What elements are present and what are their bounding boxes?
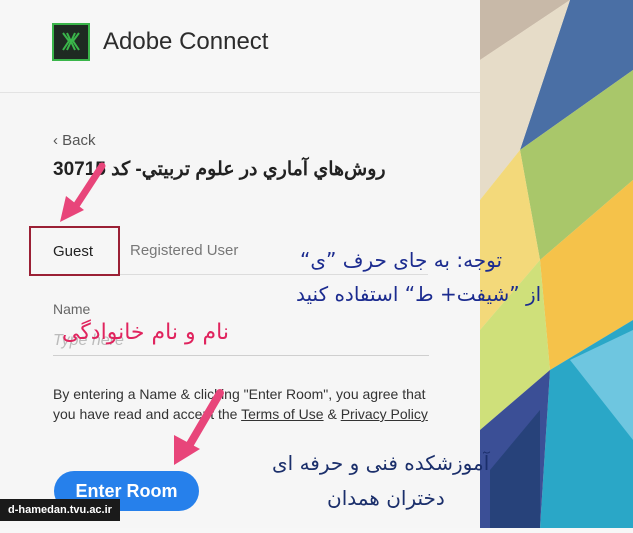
note-line-1: توجه: به جای حرف ”ی“ [300, 248, 503, 272]
back-link[interactable]: ‹ Back [53, 132, 96, 149]
brand-name: Adobe Connect [103, 28, 269, 55]
agreement-mid: & [323, 406, 341, 422]
adobe-connect-logo [52, 23, 90, 61]
name-hint: نام و نام خانوادگی [62, 320, 230, 345]
header: Adobe Connect [0, 0, 480, 93]
watermark: d-hamedan.tvu.ac.ir [0, 499, 120, 521]
arrow-icon [174, 389, 224, 465]
tab-guest[interactable]: Guest [29, 226, 120, 276]
decorative-background [480, 0, 633, 528]
school-line-1: آموزشکده فنی و حرفه ای [272, 451, 490, 475]
arrow-icon [60, 162, 106, 222]
privacy-link[interactable]: Privacy Policy [341, 406, 428, 422]
tab-registered-user[interactable]: Registered User [130, 242, 238, 259]
agreement-text: By entering a Name & clicking "Enter Roo… [53, 384, 433, 424]
name-label: Name [53, 301, 91, 317]
terms-link[interactable]: Terms of Use [241, 406, 323, 422]
tab-guest-label: Guest [53, 243, 94, 260]
note-line-2: از ”شیفت+ ط“ استفاده کنید [296, 282, 542, 306]
school-line-2: دختران همدان [327, 486, 445, 510]
